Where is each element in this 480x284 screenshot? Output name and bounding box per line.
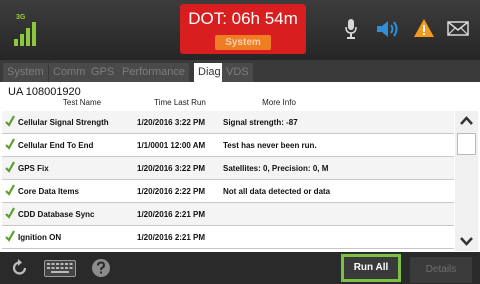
dot-timer: DOT: 06h 54m	[188, 9, 298, 28]
scroll-up-icon[interactable]	[455, 111, 478, 131]
check-icon	[5, 115, 15, 127]
time-last-run: 1/20/2016 2:22 PM	[137, 187, 206, 196]
table-row[interactable]: Core Data Items 1/20/2016 2:22 PM Not all …	[2, 180, 454, 203]
refresh-icon[interactable]	[10, 258, 30, 278]
test-name: Core Data Items	[18, 187, 79, 196]
check-icon	[5, 138, 15, 150]
scrollbar-thumb[interactable]	[457, 133, 476, 155]
signal-bar	[20, 34, 24, 46]
speaker-icon[interactable]	[376, 19, 402, 39]
check-icon	[5, 230, 15, 242]
time-last-run: 1/20/2016 3:22 PM	[137, 118, 206, 127]
scroll-down-icon[interactable]	[455, 231, 478, 251]
column-header-time-last-run: Time Last Run	[154, 98, 206, 107]
help-icon[interactable]	[91, 258, 111, 278]
tab-performance[interactable]: Performance	[118, 63, 189, 82]
details-button[interactable]: Details	[410, 257, 472, 283]
tab-diag[interactable]: Diag	[194, 63, 225, 82]
signal-bar	[32, 22, 36, 46]
dot-timer-panel[interactable]: DOT: 06h 54m System	[180, 4, 306, 54]
more-info: Test has never been run.	[223, 141, 317, 150]
test-name: GPS Fix	[18, 164, 49, 173]
column-header-test-name: Test Name	[62, 98, 102, 107]
test-name: Ignition ON	[18, 233, 62, 242]
test-name: Cellular Signal Strength	[18, 118, 109, 127]
time-last-run: 1/20/2016 2:21 PM	[137, 233, 206, 242]
time-last-run: 1/20/2016 3:22 PM	[137, 164, 206, 173]
table-row[interactable]: Cellular End To End 1/1/0001 12:00 AM Test…	[2, 134, 454, 157]
scrollbar[interactable]	[455, 111, 478, 251]
check-icon	[5, 161, 15, 173]
table-row[interactable]: GPS Fix 1/20/2016 3:22 PM Satellites: 0, P…	[2, 157, 454, 180]
status-bar: 3G DOT: 06h 54m System	[0, 0, 480, 60]
tab-comm[interactable]: Comm	[49, 63, 90, 82]
bottom-toolbar: Run All Details	[0, 252, 480, 284]
table-row[interactable]: Ignition ON 1/20/2016 2:21 PM	[2, 226, 454, 249]
more-info: Not all data detected or data	[223, 187, 331, 196]
column-header-more-info: More Info	[262, 98, 296, 107]
warning-icon[interactable]	[413, 18, 435, 38]
time-last-run: 1/1/0001 12:00 AM	[137, 141, 206, 150]
test-name: CDD Database Sync	[18, 210, 95, 219]
run-all-button[interactable]: Run All	[341, 254, 401, 282]
dot-status-badge: System	[215, 35, 271, 50]
more-info: Signal strength: -87	[223, 118, 298, 127]
signal-strength-icon: 3G	[12, 14, 42, 46]
time-last-run: 1/20/2016 2:21 PM	[137, 210, 206, 219]
check-icon	[5, 207, 15, 219]
tab-system[interactable]: System	[3, 63, 48, 82]
diagnostics-panel: UA 108001920 Test Name Time Last Run Mor…	[0, 82, 480, 252]
more-info: Satellites: 0, Precision: 0, M	[223, 164, 329, 173]
table-header: Test Name Time Last Run More Info	[2, 98, 454, 110]
tab-bar: System Comm GPS Performance Diag VDS	[0, 60, 480, 82]
microphone-icon[interactable]	[344, 18, 358, 40]
table-row[interactable]: CDD Database Sync 1/20/2016 2:21 PM	[2, 203, 454, 226]
table-row[interactable]: Cellular Signal Strength 1/20/2016 3:22 P…	[2, 111, 454, 134]
check-icon	[5, 184, 15, 196]
mail-icon[interactable]	[447, 21, 469, 36]
tab-vds[interactable]: VDS	[222, 63, 253, 82]
keyboard-icon[interactable]	[44, 260, 76, 277]
unit-id: UA 108001920	[8, 86, 81, 98]
diagnostics-table: Cellular Signal Strength 1/20/2016 3:22 P…	[2, 111, 454, 249]
tab-gps[interactable]: GPS	[87, 63, 119, 82]
signal-bar	[14, 39, 18, 46]
signal-bar	[26, 28, 30, 46]
test-name: Cellular End To End	[18, 141, 94, 150]
network-type-label: 3G	[16, 14, 26, 21]
